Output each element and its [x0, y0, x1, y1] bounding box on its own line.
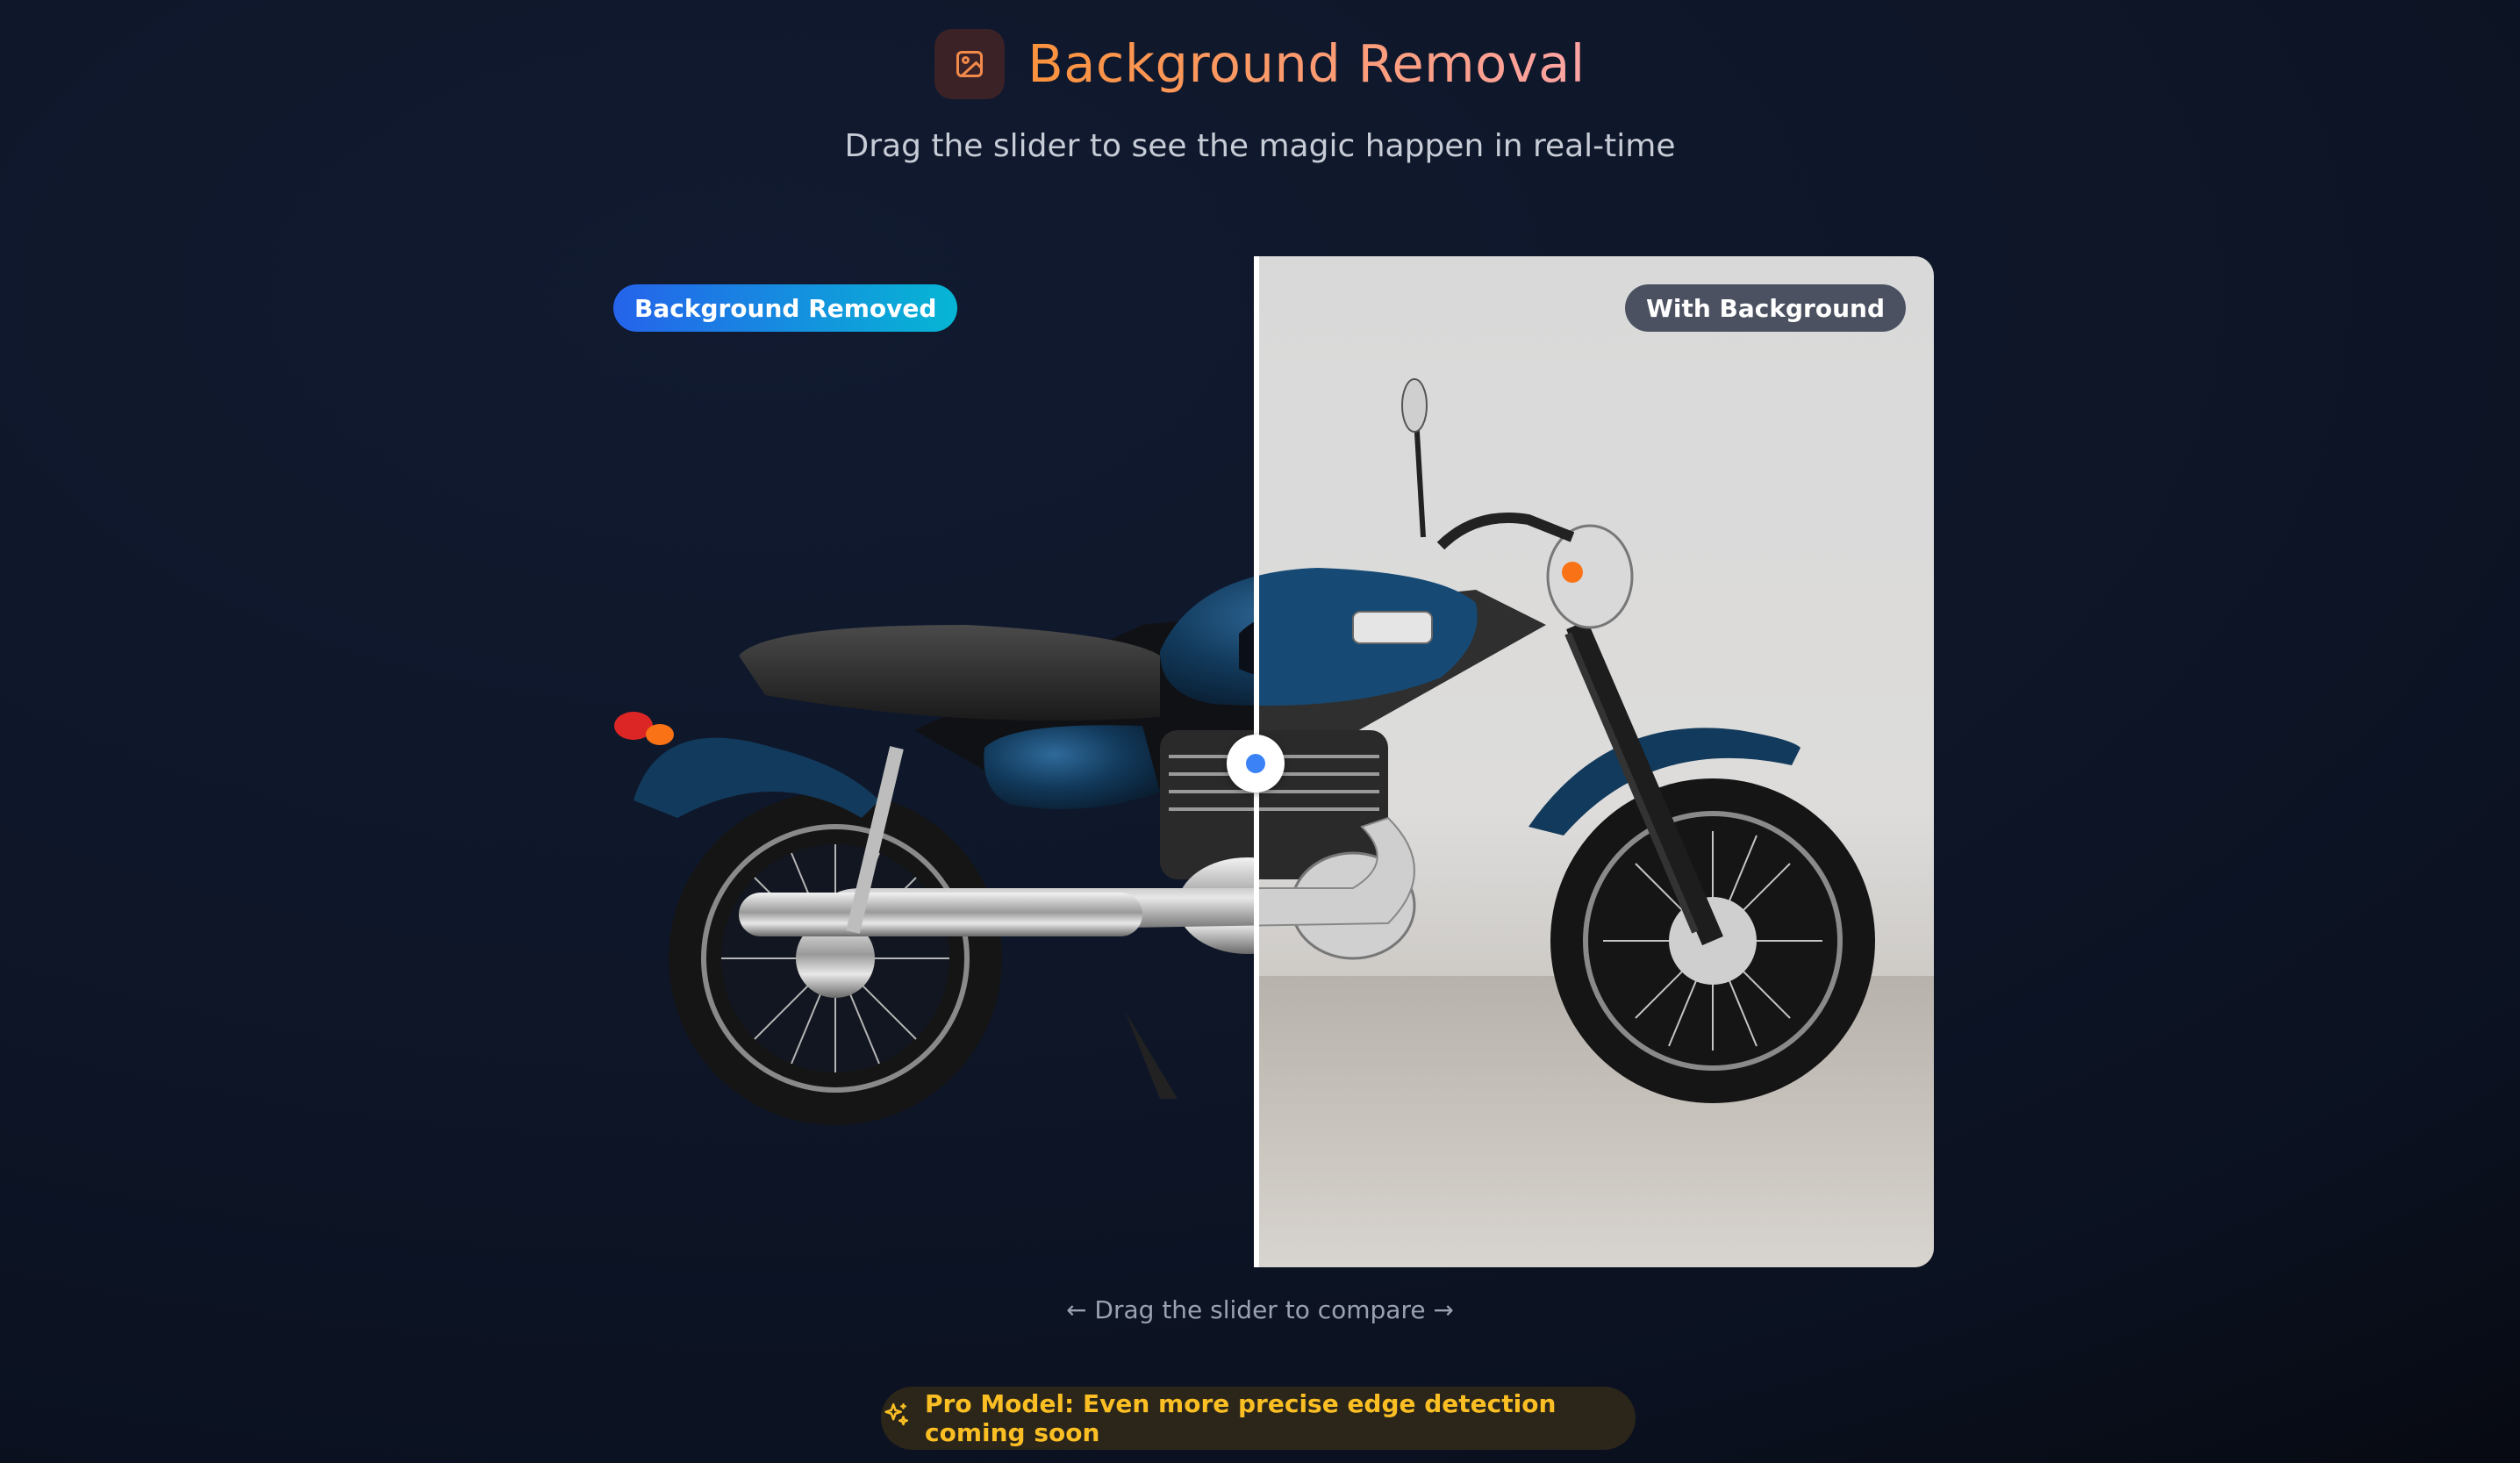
page-title: Background Removal — [1027, 25, 1585, 104]
with-background-badge: With Background — [1624, 284, 1906, 332]
slider-handle-dot — [1246, 754, 1265, 773]
drag-hint: ← Drag the slider to compare → — [1066, 1295, 1454, 1324]
pro-model-banner: Pro Model: Even more precise edge detect… — [881, 1387, 1636, 1450]
background-removed-badge: Background Removed — [613, 284, 958, 332]
page-subtitle: Drag the slider to see the magic happen … — [844, 128, 1676, 164]
header: Background Removal — [0, 25, 2520, 104]
image-icon — [934, 29, 1006, 99]
comparison-viewer[interactable]: Background Removed With Background — [598, 256, 1934, 1267]
motorcycle-image — [1258, 378, 1875, 1103]
motorcycle-image — [614, 575, 1258, 1125]
sparkles-icon — [881, 1401, 911, 1437]
with-background-image — [1258, 256, 1934, 1267]
slider-handle[interactable] — [1227, 735, 1285, 792]
pro-model-text: Pro Model: Even more precise edge detect… — [925, 1389, 1557, 1447]
background-removed-image — [598, 256, 1258, 1267]
